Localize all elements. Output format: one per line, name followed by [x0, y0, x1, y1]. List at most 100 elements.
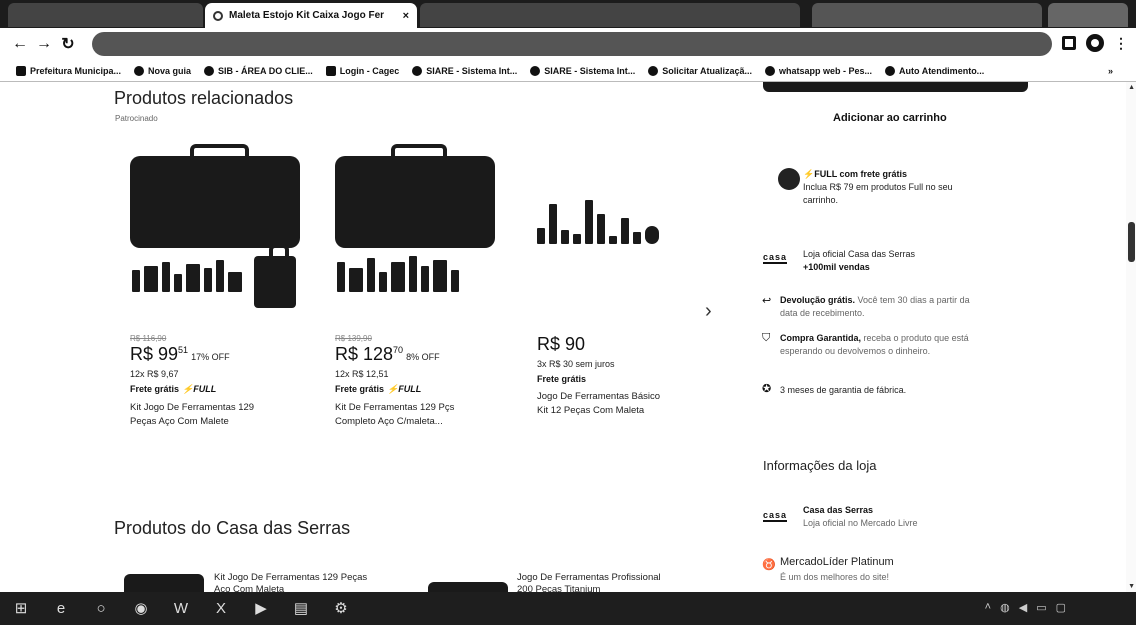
mercadolider-sub: É um dos melhores do site! — [780, 572, 890, 582]
inactive-tab[interactable] — [8, 3, 203, 27]
shield-icon: ⛉ — [762, 332, 771, 344]
profile-icon[interactable] — [1086, 34, 1104, 52]
related-products-heading: Produtos relacionados — [114, 88, 294, 108]
page-scrollbar[interactable]: ▲ ▼ — [1126, 82, 1136, 592]
chrome-icon[interactable]: ◉ — [130, 600, 152, 618]
product-card[interactable]: R$ 90 3x R$ 30 sem juros Frete grátis Jo… — [537, 150, 727, 418]
shipping: Frete grátis ⚡FULL — [335, 384, 422, 394]
bookmarks-overflow-icon[interactable]: » — [1108, 66, 1113, 76]
bookmark-item[interactable]: Login - Cagec — [325, 65, 399, 76]
bookmark-item[interactable]: SIARE - Sistema Int... — [412, 65, 517, 76]
toolcase-image — [335, 144, 495, 248]
product-title[interactable]: Kit Jogo De Ferramentas 129 Peças Aço Com… — [130, 401, 320, 429]
cortana-icon[interactable]: ○ — [90, 600, 112, 618]
bookmark-star-icon — [530, 65, 541, 76]
warranty-info: 3 meses de garantia de fábrica. — [780, 385, 907, 395]
tray-chevron-icon: ˄ — [984, 601, 992, 613]
sponsored-label: Patrocinado — [115, 114, 158, 123]
tab-title: Maleta Estojo Kit Caixa Jogo Fer — [229, 10, 385, 21]
seller-product-title[interactable]: Jogo De Ferramentas Profissional 200 Peça… — [517, 572, 661, 592]
edge-icon[interactable]: e — [50, 600, 72, 618]
forward-icon[interactable]: → — [32, 35, 56, 53]
scroll-thumb[interactable] — [1128, 222, 1135, 262]
leader-medal-icon: ♉ — [762, 559, 776, 571]
inactive-tab[interactable] — [812, 3, 1042, 27]
seller-products-heading: Produtos do Casa das Serras — [114, 518, 351, 538]
bookmark-item[interactable]: whatsapp web - Pes... — [765, 65, 872, 76]
volume-icon: ◀ — [1018, 602, 1028, 614]
product-image[interactable] — [130, 144, 320, 330]
bookmark-page-icon — [16, 65, 26, 76]
mercadolider-title: MercadoLíder Platinum — [780, 556, 894, 568]
store-official-info: Loja oficial Casa das Serras +100mil ven… — [803, 249, 916, 272]
back-icon[interactable]: ← — [8, 35, 32, 53]
full-truck-icon — [778, 168, 800, 190]
address-bar[interactable] — [92, 32, 1052, 56]
bookmark-item[interactable]: Nova guia — [134, 65, 191, 76]
active-tab[interactable]: Maleta Estojo Kit Caixa Jogo Fer × — [205, 3, 417, 28]
explorer-icon[interactable]: ▤ — [290, 600, 312, 618]
bookmark-person-icon — [648, 65, 659, 76]
globe-icon — [134, 65, 145, 76]
medal-icon: ✪ — [762, 383, 772, 395]
word-icon[interactable]: W — [170, 600, 192, 618]
tools-image — [132, 260, 242, 292]
extension-icon[interactable] — [1062, 36, 1076, 50]
tab-favicon-icon — [213, 10, 223, 21]
windows-icon[interactable]: ⊞ — [10, 600, 32, 618]
bookmark-page-icon — [325, 65, 336, 76]
tab-close-icon[interactable]: × — [403, 10, 409, 22]
store-info-heading: Informações da loja — [763, 458, 877, 473]
excel-icon[interactable]: X — [210, 600, 232, 618]
bookmark-star-icon — [412, 65, 423, 76]
discount-badge: 17% OFF — [191, 352, 230, 362]
bookmark-item[interactable]: Prefeitura Municipa... — [16, 65, 121, 76]
carousel-next-icon[interactable]: › — [705, 300, 712, 323]
bookmark-person-icon — [885, 65, 896, 76]
system-tray[interactable]: ˄ ◍ ◀ ▭ ▢ — [985, 601, 1066, 614]
tools-image — [337, 256, 459, 292]
reload-icon[interactable]: ↻ — [56, 34, 80, 54]
product-thumbnail[interactable] — [124, 574, 204, 592]
bookmark-item[interactable]: Auto Atendimento... — [885, 65, 984, 76]
media-icon[interactable]: ▶ — [250, 600, 272, 618]
shipping: Frete grátis — [537, 374, 587, 384]
add-to-cart-button[interactable]: Adicionar ao carrinho — [833, 112, 947, 124]
full-badge: ⚡FULL — [387, 384, 422, 394]
toolcase-image — [130, 144, 300, 248]
buy-now-button[interactable] — [763, 82, 1028, 92]
product-image[interactable] — [537, 150, 727, 330]
product-card[interactable]: R$ 116,90 R$ 995117% OFF 12x R$ 9,67 Fre… — [130, 144, 320, 429]
inactive-tab[interactable] — [420, 3, 800, 27]
product-thumbnail[interactable] — [428, 582, 508, 592]
settings-icon[interactable]: ⚙ — [330, 600, 352, 618]
product-card[interactable]: R$ 139,90 R$ 128708% OFF 12x R$ 12,51 Fr… — [335, 144, 525, 429]
scroll-down-icon[interactable]: ▼ — [1128, 583, 1135, 590]
scroll-up-icon[interactable]: ▲ — [1128, 84, 1135, 91]
inactive-tab[interactable] — [1048, 3, 1128, 27]
product-image[interactable] — [335, 144, 525, 330]
menu-kebab-icon[interactable]: ⋮ — [1114, 35, 1128, 52]
installments: 3x R$ 30 sem juros — [537, 359, 615, 369]
network-icon: ◍ — [1000, 602, 1010, 614]
globe-icon — [204, 65, 215, 76]
returns-info: Devolução grátis. Você tem 30 dias a par… — [780, 295, 970, 318]
guarantee-info: Compra Garantida, receba o produto que e… — [780, 333, 969, 356]
notification-icon: ▢ — [1055, 602, 1066, 614]
bookmark-item[interactable]: SIARE - Sistema Int... — [530, 65, 635, 76]
bookmark-item[interactable]: Solicitar Atualizaçã... — [648, 65, 752, 76]
discount-badge: 8% OFF — [406, 352, 440, 362]
full-shipping-info: ⚡FULL com frete grátis Inclua R$ 79 em p… — [803, 169, 953, 205]
product-title[interactable]: Kit De Ferramentas 129 Pçs Completo Aço C… — [335, 401, 525, 429]
bookmarks-bar: Prefeitura Municipa... Nova guia SIB - Á… — [0, 60, 1136, 82]
store-logo[interactable]: casa — [763, 510, 788, 522]
product-title[interactable]: Jogo De Ferramentas Básico Kit 12 Peças C… — [537, 390, 727, 418]
browser-tab-bar: Maleta Estojo Kit Caixa Jogo Fer × — [0, 0, 1136, 28]
bookmark-item[interactable]: SIB - ÁREA DO CLIE... — [204, 65, 313, 76]
tools-image — [537, 200, 659, 244]
full-badge: ⚡FULL — [182, 384, 217, 394]
store-name-info: Casa das Serras Loja oficial no Mercado … — [803, 505, 918, 528]
seller-product-title[interactable]: Kit Jogo De Ferramentas 129 Peças Aço Com… — [214, 572, 367, 592]
price: R$ 90 — [537, 334, 586, 354]
store-logo[interactable]: casa — [763, 252, 788, 264]
